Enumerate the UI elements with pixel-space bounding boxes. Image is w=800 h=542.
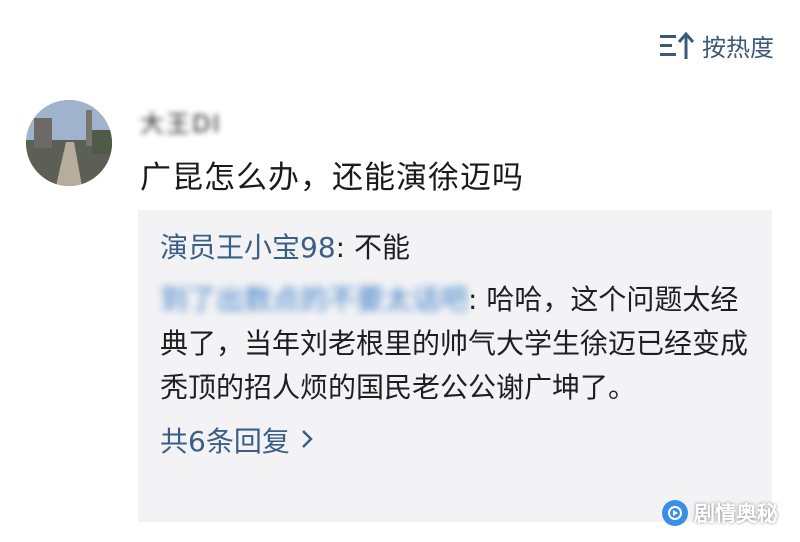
- comment-username[interactable]: 大王DI: [140, 104, 222, 139]
- reply-author[interactable]: 到了出数点的不要太话吧: [160, 283, 468, 316]
- avatar[interactable]: [26, 100, 112, 186]
- sort-label: 按热度: [702, 34, 774, 62]
- more-replies-label: 共6条回复: [160, 425, 290, 458]
- sort-icon: [660, 31, 694, 61]
- sort-by-popularity-button[interactable]: 按热度: [660, 28, 774, 63]
- replies-panel: 演员王小宝98: 不能 到了出数点的不要太话吧: 哈哈，这个问题太经典了，当年刘…: [138, 210, 772, 522]
- reply-separator: :: [468, 283, 487, 316]
- logo-icon: [662, 500, 688, 526]
- reply-separator: :: [335, 231, 354, 264]
- watermark-text: 剧情奥秘: [694, 502, 778, 526]
- reply-item: 到了出数点的不要太话吧: 哈哈，这个问题太经典了，当年刘老根里的帅气大学生徐迈已…: [160, 278, 750, 410]
- reply-text: 不能: [353, 231, 410, 264]
- reply-item: 演员王小宝98: 不能: [160, 226, 750, 270]
- watermark: 剧情奥秘: [662, 498, 778, 528]
- comment-text: 广昆怎么办，还能演徐迈吗: [140, 160, 524, 196]
- view-more-replies-link[interactable]: 共6条回复: [160, 420, 314, 460]
- chevron-right-icon: [300, 424, 314, 457]
- reply-author[interactable]: 演员王小宝98: [160, 231, 336, 264]
